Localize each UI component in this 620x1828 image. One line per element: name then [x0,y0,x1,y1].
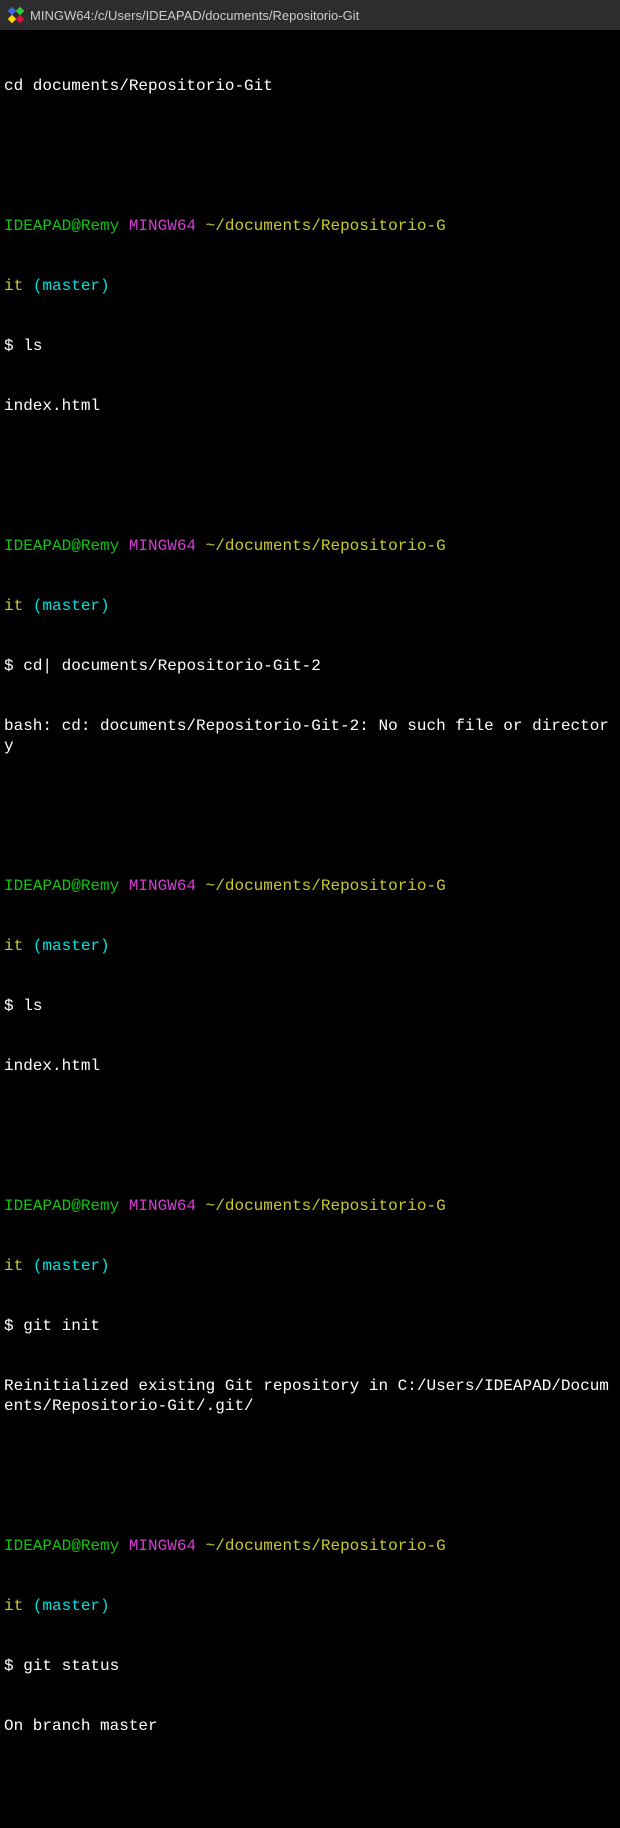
command-line: cd documents/Repositorio-Git [4,76,616,96]
blank-line [4,1776,616,1796]
prompt-line: IDEAPAD@Remy MINGW64 ~/documents/Reposit… [4,1196,616,1216]
prompt-line: IDEAPAD@Remy MINGW64 ~/documents/Reposit… [4,536,616,556]
text-cursor: | [42,657,52,675]
prompt-line: IDEAPAD@Remy MINGW64 ~/documents/Reposit… [4,876,616,896]
output-line: index.html [4,396,616,416]
terminal-output[interactable]: cd documents/Repositorio-Git IDEAPAD@Rem… [0,30,620,1828]
prompt-line-2: it (master) [4,596,616,616]
prompt-line-2: it (master) [4,276,616,296]
window-title: MINGW64:/c/Users/IDEAPAD/documents/Repos… [30,8,359,23]
prompt-line: IDEAPAD@Remy MINGW64 ~/documents/Reposit… [4,1536,616,1556]
command-line: $ ls [4,996,616,1016]
command-line: $ git init [4,1316,616,1336]
output-line: On branch master [4,1716,616,1736]
blank-line [4,456,616,476]
blank-line [4,1456,616,1476]
prompt-line-2: it (master) [4,936,616,956]
command-line: $ cd| documents/Repositorio-Git-2 [4,656,616,676]
window-titlebar: MINGW64:/c/Users/IDEAPAD/documents/Repos… [0,0,620,30]
blank-line [4,1116,616,1136]
blank-line [4,796,616,816]
output-line: Reinitialized existing Git repository in… [4,1376,616,1416]
prompt-line-2: it (master) [4,1256,616,1276]
git-bash-icon [8,7,24,23]
blank-line [4,136,616,156]
command-line: $ ls [4,336,616,356]
output-line: bash: cd: documents/Repositorio-Git-2: N… [4,716,616,756]
output-line: index.html [4,1056,616,1076]
prompt-line: IDEAPAD@Remy MINGW64 ~/documents/Reposit… [4,216,616,236]
prompt-line-2: it (master) [4,1596,616,1616]
command-line: $ git status [4,1656,616,1676]
